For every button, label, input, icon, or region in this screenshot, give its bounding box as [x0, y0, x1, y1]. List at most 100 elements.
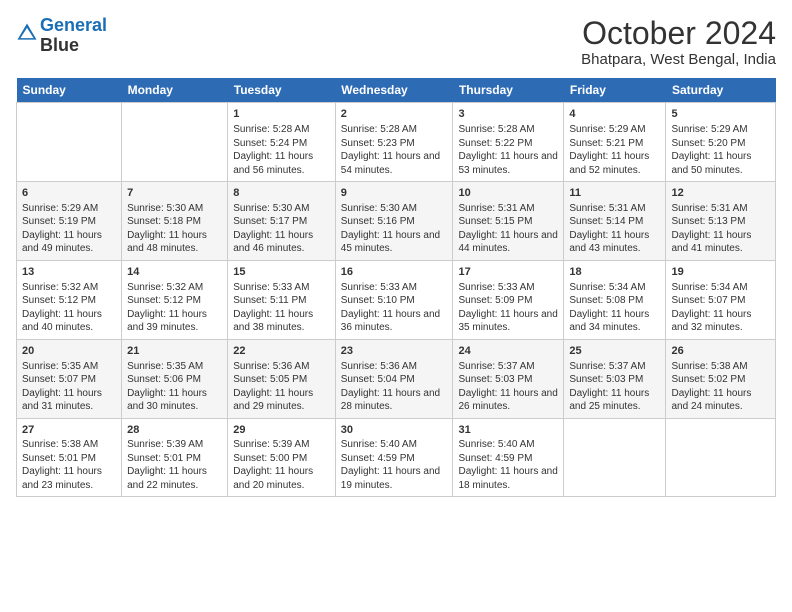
- calendar-cell: [17, 103, 122, 182]
- day-info: Sunrise: 5:36 AMSunset: 5:04 PMDaylight:…: [341, 360, 448, 414]
- day-info: Sunrise: 5:37 AMSunset: 5:03 PMDaylight:…: [569, 360, 660, 414]
- day-info: Sunrise: 5:30 AMSunset: 5:16 PMDaylight:…: [341, 202, 448, 256]
- calendar-cell: [666, 418, 776, 497]
- day-info: Sunrise: 5:29 AMSunset: 5:21 PMDaylight:…: [569, 123, 660, 177]
- calendar-cell: 18Sunrise: 5:34 AMSunset: 5:08 PMDayligh…: [564, 260, 666, 339]
- day-number: 9: [341, 186, 448, 201]
- calendar-cell: 25Sunrise: 5:37 AMSunset: 5:03 PMDayligh…: [564, 339, 666, 418]
- day-info: Sunrise: 5:31 AMSunset: 5:15 PMDaylight:…: [458, 202, 558, 256]
- day-info: Sunrise: 5:36 AMSunset: 5:05 PMDaylight:…: [233, 360, 330, 414]
- logo-text-line2: Blue: [40, 36, 107, 56]
- day-info: Sunrise: 5:38 AMSunset: 5:02 PMDaylight:…: [671, 360, 770, 414]
- calendar-cell: [122, 103, 228, 182]
- day-number: 22: [233, 344, 330, 359]
- day-number: 14: [127, 265, 222, 280]
- day-number: 6: [22, 186, 116, 201]
- day-number: 21: [127, 344, 222, 359]
- day-info: Sunrise: 5:39 AMSunset: 5:00 PMDaylight:…: [233, 438, 330, 492]
- col-header-saturday: Saturday: [666, 78, 776, 103]
- calendar-cell: 20Sunrise: 5:35 AMSunset: 5:07 PMDayligh…: [17, 339, 122, 418]
- day-info: Sunrise: 5:28 AMSunset: 5:22 PMDaylight:…: [458, 123, 558, 177]
- day-number: 25: [569, 344, 660, 359]
- day-info: Sunrise: 5:32 AMSunset: 5:12 PMDaylight:…: [22, 281, 116, 335]
- calendar-cell: 22Sunrise: 5:36 AMSunset: 5:05 PMDayligh…: [228, 339, 336, 418]
- week-row-3: 13Sunrise: 5:32 AMSunset: 5:12 PMDayligh…: [17, 260, 776, 339]
- calendar-cell: 8Sunrise: 5:30 AMSunset: 5:17 PMDaylight…: [228, 182, 336, 261]
- col-header-sunday: Sunday: [17, 78, 122, 103]
- calendar-cell: 3Sunrise: 5:28 AMSunset: 5:22 PMDaylight…: [453, 103, 564, 182]
- week-row-1: 1Sunrise: 5:28 AMSunset: 5:24 PMDaylight…: [17, 103, 776, 182]
- col-header-thursday: Thursday: [453, 78, 564, 103]
- day-info: Sunrise: 5:33 AMSunset: 5:10 PMDaylight:…: [341, 281, 448, 335]
- calendar-cell: 17Sunrise: 5:33 AMSunset: 5:09 PMDayligh…: [453, 260, 564, 339]
- calendar-cell: 16Sunrise: 5:33 AMSunset: 5:10 PMDayligh…: [335, 260, 453, 339]
- day-number: 20: [22, 344, 116, 359]
- day-number: 8: [233, 186, 330, 201]
- location: Bhatpara, West Bengal, India: [581, 51, 776, 68]
- day-info: Sunrise: 5:39 AMSunset: 5:01 PMDaylight:…: [127, 438, 222, 492]
- page-container: General Blue October 2024 Bhatpara, West…: [0, 0, 792, 505]
- col-header-tuesday: Tuesday: [228, 78, 336, 103]
- col-header-wednesday: Wednesday: [335, 78, 453, 103]
- day-info: Sunrise: 5:31 AMSunset: 5:13 PMDaylight:…: [671, 202, 770, 256]
- day-number: 12: [671, 186, 770, 201]
- calendar-cell: 12Sunrise: 5:31 AMSunset: 5:13 PMDayligh…: [666, 182, 776, 261]
- calendar-table: SundayMondayTuesdayWednesdayThursdayFrid…: [16, 78, 776, 497]
- calendar-cell: 9Sunrise: 5:30 AMSunset: 5:16 PMDaylight…: [335, 182, 453, 261]
- day-info: Sunrise: 5:37 AMSunset: 5:03 PMDaylight:…: [458, 360, 558, 414]
- week-row-5: 27Sunrise: 5:38 AMSunset: 5:01 PMDayligh…: [17, 418, 776, 497]
- col-header-friday: Friday: [564, 78, 666, 103]
- calendar-cell: 13Sunrise: 5:32 AMSunset: 5:12 PMDayligh…: [17, 260, 122, 339]
- day-number: 4: [569, 107, 660, 122]
- col-header-monday: Monday: [122, 78, 228, 103]
- calendar-cell: 21Sunrise: 5:35 AMSunset: 5:06 PMDayligh…: [122, 339, 228, 418]
- calendar-cell: 4Sunrise: 5:29 AMSunset: 5:21 PMDaylight…: [564, 103, 666, 182]
- day-info: Sunrise: 5:35 AMSunset: 5:06 PMDaylight:…: [127, 360, 222, 414]
- day-number: 26: [671, 344, 770, 359]
- logo-text-line1: General: [40, 16, 107, 36]
- day-info: Sunrise: 5:34 AMSunset: 5:08 PMDaylight:…: [569, 281, 660, 335]
- calendar-cell: 19Sunrise: 5:34 AMSunset: 5:07 PMDayligh…: [666, 260, 776, 339]
- calendar-cell: [564, 418, 666, 497]
- day-info: Sunrise: 5:29 AMSunset: 5:19 PMDaylight:…: [22, 202, 116, 256]
- calendar-cell: 26Sunrise: 5:38 AMSunset: 5:02 PMDayligh…: [666, 339, 776, 418]
- week-row-4: 20Sunrise: 5:35 AMSunset: 5:07 PMDayligh…: [17, 339, 776, 418]
- day-info: Sunrise: 5:32 AMSunset: 5:12 PMDaylight:…: [127, 281, 222, 335]
- day-info: Sunrise: 5:29 AMSunset: 5:20 PMDaylight:…: [671, 123, 770, 177]
- day-number: 23: [341, 344, 448, 359]
- calendar-cell: 24Sunrise: 5:37 AMSunset: 5:03 PMDayligh…: [453, 339, 564, 418]
- day-info: Sunrise: 5:30 AMSunset: 5:18 PMDaylight:…: [127, 202, 222, 256]
- calendar-cell: 27Sunrise: 5:38 AMSunset: 5:01 PMDayligh…: [17, 418, 122, 497]
- month-title: October 2024: [581, 16, 776, 51]
- day-info: Sunrise: 5:33 AMSunset: 5:09 PMDaylight:…: [458, 281, 558, 335]
- calendar-cell: 23Sunrise: 5:36 AMSunset: 5:04 PMDayligh…: [335, 339, 453, 418]
- day-number: 15: [233, 265, 330, 280]
- calendar-cell: 10Sunrise: 5:31 AMSunset: 5:15 PMDayligh…: [453, 182, 564, 261]
- calendar-cell: 30Sunrise: 5:40 AMSunset: 4:59 PMDayligh…: [335, 418, 453, 497]
- day-number: 17: [458, 265, 558, 280]
- day-info: Sunrise: 5:35 AMSunset: 5:07 PMDaylight:…: [22, 360, 116, 414]
- day-number: 16: [341, 265, 448, 280]
- day-number: 18: [569, 265, 660, 280]
- calendar-cell: 31Sunrise: 5:40 AMSunset: 4:59 PMDayligh…: [453, 418, 564, 497]
- week-row-2: 6Sunrise: 5:29 AMSunset: 5:19 PMDaylight…: [17, 182, 776, 261]
- calendar-cell: 29Sunrise: 5:39 AMSunset: 5:00 PMDayligh…: [228, 418, 336, 497]
- day-info: Sunrise: 5:40 AMSunset: 4:59 PMDaylight:…: [341, 438, 448, 492]
- day-number: 10: [458, 186, 558, 201]
- day-info: Sunrise: 5:33 AMSunset: 5:11 PMDaylight:…: [233, 281, 330, 335]
- calendar-cell: 7Sunrise: 5:30 AMSunset: 5:18 PMDaylight…: [122, 182, 228, 261]
- calendar-cell: 14Sunrise: 5:32 AMSunset: 5:12 PMDayligh…: [122, 260, 228, 339]
- calendar-cell: 11Sunrise: 5:31 AMSunset: 5:14 PMDayligh…: [564, 182, 666, 261]
- calendar-cell: 6Sunrise: 5:29 AMSunset: 5:19 PMDaylight…: [17, 182, 122, 261]
- day-number: 13: [22, 265, 116, 280]
- day-number: 27: [22, 423, 116, 438]
- calendar-cell: 2Sunrise: 5:28 AMSunset: 5:23 PMDaylight…: [335, 103, 453, 182]
- day-info: Sunrise: 5:30 AMSunset: 5:17 PMDaylight:…: [233, 202, 330, 256]
- day-info: Sunrise: 5:28 AMSunset: 5:23 PMDaylight:…: [341, 123, 448, 177]
- day-number: 2: [341, 107, 448, 122]
- day-number: 5: [671, 107, 770, 122]
- day-number: 29: [233, 423, 330, 438]
- day-info: Sunrise: 5:40 AMSunset: 4:59 PMDaylight:…: [458, 438, 558, 492]
- day-number: 3: [458, 107, 558, 122]
- day-number: 28: [127, 423, 222, 438]
